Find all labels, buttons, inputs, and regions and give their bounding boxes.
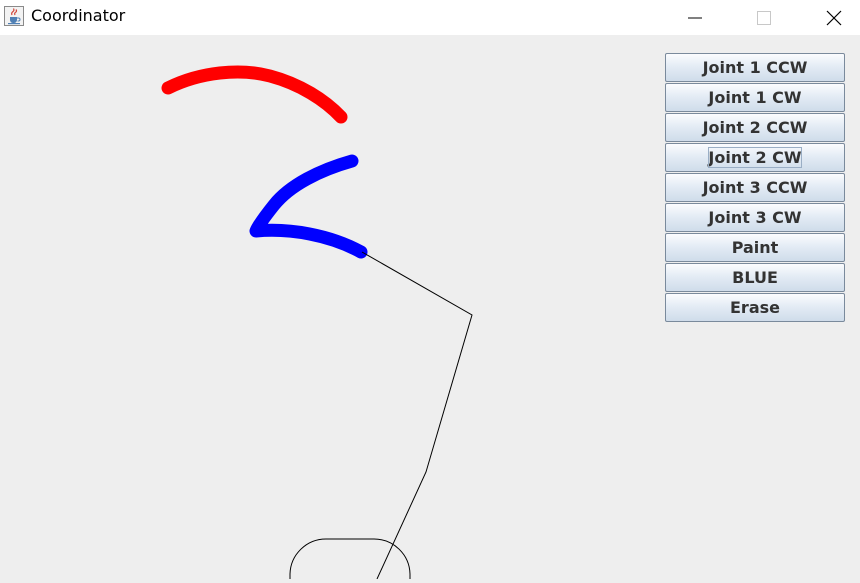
blue-paint-stroke [249,154,368,259]
robot-arm [361,251,473,580]
joint-2-ccw-button[interactable]: Joint 2 CCW [665,113,845,142]
close-button[interactable] [811,0,857,35]
title-bar: Coordinator [0,0,860,35]
close-icon [826,10,842,25]
joint-1-cw-button[interactable]: Joint 1 CW [665,83,845,112]
minimize-icon [688,17,702,18]
control-panel: Joint 1 CCW Joint 1 CW Joint 2 CCW Joint… [665,53,845,323]
joint-2-cw-label: Joint 2 CW [708,148,802,167]
joint-3-cw-button[interactable]: Joint 3 CW [665,203,845,232]
joint-1-ccw-button[interactable]: Joint 1 CCW [665,53,845,82]
erase-button[interactable]: Erase [665,293,845,322]
maximize-button[interactable] [741,0,787,35]
color-button[interactable]: BLUE [665,263,845,292]
minimize-button[interactable] [672,0,718,35]
robot-base [289,538,411,579]
joint-2-cw-button[interactable]: Joint 2 CW [665,143,845,172]
java-cup-icon [4,6,24,26]
paint-button[interactable]: Paint [665,233,845,262]
window-title: Coordinator [31,6,126,25]
red-paint-stroke [161,65,348,124]
maximize-icon [757,10,771,25]
joint-3-ccw-button[interactable]: Joint 3 CCW [665,173,845,202]
